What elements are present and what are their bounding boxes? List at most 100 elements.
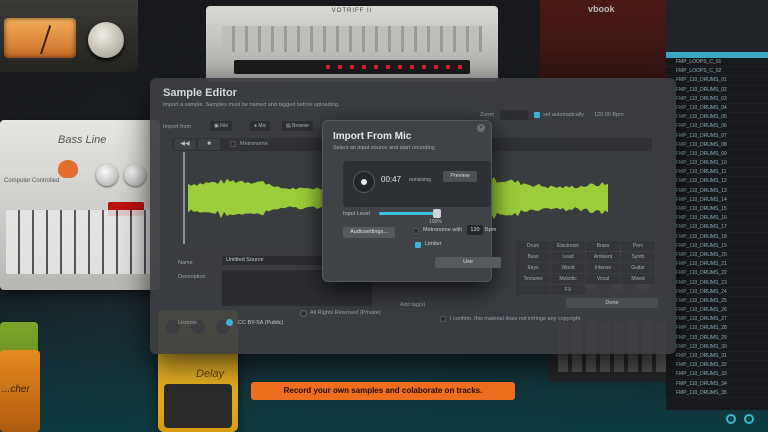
browser-file-item[interactable]: FMP_110_DRUMS_04 (666, 104, 768, 113)
browser-file-item[interactable]: FMP_LOOPS_C_02 (666, 67, 768, 76)
editor-subtitle: Import a sample. Samples must be named a… (163, 102, 340, 108)
browser-file-item[interactable]: FMP_110_DRUMS_33 (666, 370, 768, 379)
audio-settings-button[interactable]: Audiosettings... (343, 227, 395, 238)
browser-file-item[interactable]: FMP_110_DRUMS_07 (666, 132, 768, 141)
tag-button[interactable]: Lead (551, 252, 585, 262)
done-button[interactable]: Done (566, 298, 658, 308)
browser-file-item[interactable]: FMP_110_DRUMS_32 (666, 361, 768, 370)
tag-button[interactable]: Brass (586, 241, 620, 251)
license-all-rights-radio[interactable] (300, 310, 307, 317)
license-label: License (178, 320, 197, 326)
preview-button[interactable]: Preview (443, 171, 477, 182)
tag-button[interactable]: Perc (621, 241, 655, 251)
browser-file-item[interactable]: FMP_110_DRUMS_06 (666, 122, 768, 131)
tag-button[interactable]: Guitar (621, 263, 655, 273)
browser-file-item[interactable]: FMP_110_DRUMS_08 (666, 141, 768, 150)
browser-file-item[interactable]: FMP_110_DRUMS_09 (666, 150, 768, 159)
input-level-percent: 100% (429, 219, 442, 225)
browser-file-item[interactable]: FMP_110_DRUMS_27 (666, 315, 768, 324)
browser-file-item[interactable]: FMP_110_DRUMS_16 (666, 214, 768, 223)
browser-file-item[interactable]: FMP_110_DRUMS_01 (666, 76, 768, 85)
browser-file-item[interactable]: FMP_110_DRUMS_20 (666, 251, 768, 260)
license-cc-radio[interactable] (226, 319, 233, 326)
metronome-label: Metronome (240, 141, 268, 147)
browser-file-item[interactable]: FMP_110_DRUMS_19 (666, 242, 768, 251)
input-level-handle[interactable] (433, 209, 441, 218)
pedal-footswitch (164, 384, 232, 428)
tag-button[interactable] (516, 285, 550, 295)
browser-file-item[interactable]: FMP_110_DRUMS_11 (666, 168, 768, 177)
vu-needle (40, 25, 52, 55)
import-file-button[interactable]: ▣ File (210, 121, 233, 131)
browser-file-item[interactable]: FMP_110_DRUMS_15 (666, 205, 768, 214)
stop-button[interactable]: ■ (198, 139, 220, 150)
browser-file-item[interactable]: FMP_110_DRUMS_21 (666, 260, 768, 269)
vu-meter (4, 18, 76, 58)
tag-button[interactable]: FX (551, 285, 585, 295)
import-browse-button[interactable]: ▤ Browse (282, 121, 313, 131)
browser-file-item[interactable]: FMP_110_DRUMS_28 (666, 324, 768, 333)
caption-banner: Record your own samples and colaborate o… (251, 382, 515, 400)
browser-file-item[interactable]: FMP_LOOPS_C_01 (666, 58, 768, 67)
share-icon[interactable] (726, 414, 736, 424)
import-mic-button[interactable]: ● Mic (250, 121, 271, 131)
input-level-slider[interactable] (379, 209, 441, 218)
browser-file-item[interactable]: FMP_110_DRUMS_30 (666, 343, 768, 352)
browser-file-item[interactable]: FMP_110_DRUMS_22 (666, 269, 768, 278)
limiter-checkbox[interactable] (415, 242, 421, 248)
zoom-field-2[interactable] (500, 110, 528, 120)
use-button[interactable]: Use (435, 257, 501, 268)
tag-button[interactable]: Keys (516, 263, 550, 273)
zoom-label: Zoom (480, 112, 495, 118)
browser-file-item[interactable]: FMP_110_DRUMS_25 (666, 297, 768, 306)
browser-file-item[interactable]: FMP_110_DRUMS_35 (666, 389, 768, 398)
import-mic-label: Mic (258, 123, 267, 129)
browser-file-item[interactable]: FMP_110_DRUMS_13 (666, 187, 768, 196)
limiter-label: Limiter (425, 241, 442, 247)
browser-file-item[interactable]: FMP_110_DRUMS_03 (666, 95, 768, 104)
refresh-icon[interactable] (744, 414, 754, 424)
browser-file-item[interactable]: FMP_110_DRUMS_29 (666, 334, 768, 343)
tag-button[interactable]: Vocal (586, 274, 620, 284)
browser-file-item[interactable]: FMP_110_DRUMS_18 (666, 233, 768, 242)
bpm-unit-label: Bpm (485, 227, 497, 233)
tag-button[interactable]: Mixed (621, 274, 655, 284)
close-icon[interactable]: × (477, 124, 485, 132)
browser-file-item[interactable]: FMP_110_DRUMS_31 (666, 352, 768, 361)
browser-file-item[interactable]: FMP_110_DRUMS_05 (666, 113, 768, 122)
browser-file-item[interactable]: FMP_110_DRUMS_23 (666, 279, 768, 288)
confirm-checkbox[interactable] (440, 316, 446, 322)
browser-file-item[interactable]: FMP_110_DRUMS_14 (666, 196, 768, 205)
record-time: 00:47 (381, 175, 402, 184)
tag-button[interactable]: Electronic (551, 241, 585, 251)
browser-file-item[interactable]: FMP_110_DRUMS_26 (666, 306, 768, 315)
tag-button[interactable]: Intense (586, 263, 620, 273)
tag-button[interactable]: Textures (516, 274, 550, 284)
bassline-subtitle: Computer Controlled (4, 178, 60, 184)
add-tags-label: Add tag(s) (400, 302, 426, 308)
input-level-fill (379, 212, 437, 215)
tag-button[interactable]: Ambient (586, 252, 620, 262)
set-automatically-checkbox[interactable] (534, 112, 540, 118)
bpm-input[interactable]: 120 (467, 225, 483, 235)
tag-button[interactable]: Drum (516, 241, 550, 251)
tag-button[interactable]: World (551, 263, 585, 273)
delay-pedal-label: Delay (196, 368, 225, 380)
import-browse-label: Browse (292, 123, 309, 129)
browser-header (666, 0, 768, 52)
metronome-checkbox[interactable] (230, 141, 236, 147)
browser-file-item[interactable]: FMP_110_DRUMS_02 (666, 86, 768, 95)
browser-file-item[interactable]: FMP_110_DRUMS_24 (666, 288, 768, 297)
record-button[interactable] (353, 171, 375, 193)
tag-button[interactable]: Bass (516, 252, 550, 262)
browser-file-item[interactable]: FMP_110_DRUMS_34 (666, 380, 768, 389)
browser-file-item[interactable]: FMP_110_DRUMS_10 (666, 159, 768, 168)
browser-file-item[interactable]: FMP_110_DRUMS_12 (666, 177, 768, 186)
metronome-with-checkbox[interactable] (413, 228, 419, 234)
rewind-button[interactable]: ◀◀ (174, 139, 196, 150)
browser-file-item[interactable]: FMP_110_DRUMS_17 (666, 223, 768, 232)
editor-title: Sample Editor (163, 87, 237, 99)
tag-button[interactable]: Synth (621, 252, 655, 262)
dialog-title: Import From Mic (333, 131, 412, 142)
tag-button[interactable]: Melodic (551, 274, 585, 284)
